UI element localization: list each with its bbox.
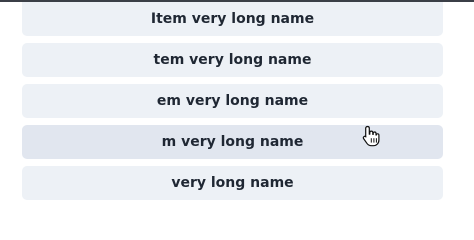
list-item-label: Item very long name — [150, 11, 315, 27]
list-item[interactable]: tem very long name — [22, 43, 443, 77]
hand-pointer-icon — [362, 125, 380, 147]
list-item-label: tem very long name — [153, 52, 312, 68]
list-item-label: em very long name — [156, 93, 309, 109]
list-item-label: m very long name — [161, 134, 304, 150]
list-item[interactable]: Item very long name — [22, 2, 443, 36]
list-item[interactable]: em very long name — [22, 84, 443, 118]
item-list: Item very long name tem very long name e… — [22, 2, 443, 207]
list-item-label: very long name — [171, 175, 294, 191]
list-item[interactable]: very long name — [22, 166, 443, 200]
